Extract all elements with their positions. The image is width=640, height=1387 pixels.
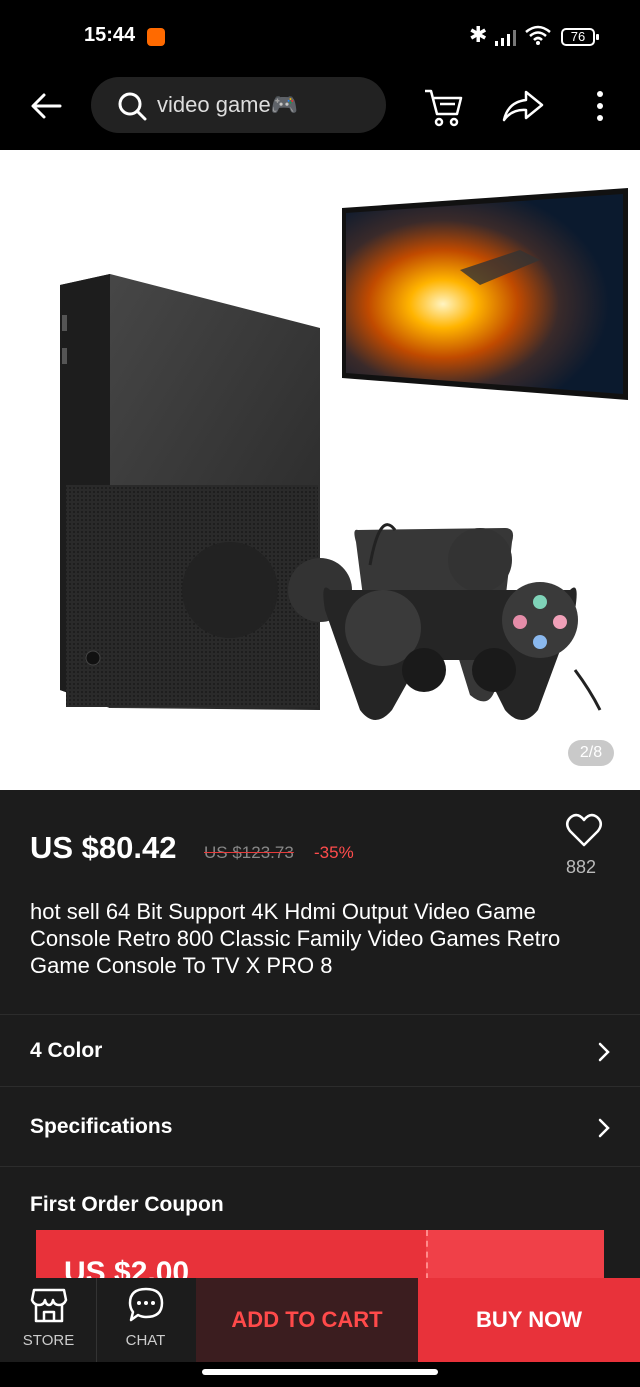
- coupon-section: First Order Coupon: [0, 1166, 640, 1230]
- product-info: US $80.42 US $123.73 -35% 882 hot sell 6…: [0, 790, 640, 1290]
- app-notification-icon: [147, 28, 165, 46]
- store-label: STORE: [22, 1332, 75, 1349]
- status-bar: 15:44 ✱ 76: [0, 0, 640, 70]
- product-title: hot sell 64 Bit Support 4K Hdmi Output V…: [30, 899, 561, 978]
- search-icon: [118, 92, 147, 121]
- signal-icon: [495, 30, 516, 46]
- coupon-section-title: First Order Coupon: [30, 1193, 224, 1216]
- heart-icon[interactable]: [565, 812, 603, 848]
- product-price: US $80.42: [30, 830, 177, 865]
- back-arrow-icon[interactable]: [24, 86, 68, 126]
- cart-icon[interactable]: [422, 86, 464, 128]
- product-image-gallery[interactable]: [0, 150, 640, 790]
- specifications-label: Specifications: [30, 1115, 173, 1138]
- share-icon[interactable]: [500, 88, 546, 124]
- add-to-cart-button[interactable]: ADD TO CART: [196, 1278, 418, 1362]
- bottom-action-bar: STORE CHAT ADD TO CART BUY NOW: [0, 1278, 640, 1362]
- chat-button[interactable]: CHAT: [97, 1278, 194, 1362]
- chevron-right-icon: [598, 1042, 610, 1062]
- discount-badge: -35%: [314, 843, 354, 862]
- home-indicator[interactable]: [202, 1369, 438, 1375]
- product-photo: [60, 188, 628, 720]
- original-price: US $123.73: [204, 843, 294, 862]
- store-button[interactable]: STORE: [0, 1278, 97, 1362]
- top-nav: video game🎮: [0, 70, 640, 150]
- battery-icon: 76: [561, 28, 599, 46]
- image-counter: 2/8: [568, 740, 614, 766]
- wifi-icon: [525, 25, 551, 45]
- buy-now-button[interactable]: BUY NOW: [418, 1278, 640, 1362]
- color-selector-label: 4 Color: [30, 1039, 103, 1062]
- store-icon: [30, 1288, 68, 1323]
- chevron-right-icon: [598, 1118, 610, 1138]
- color-selector-row[interactable]: 4 Color: [0, 1014, 640, 1086]
- chat-icon: [128, 1287, 164, 1322]
- search-input[interactable]: video game🎮: [91, 77, 386, 133]
- chat-label: CHAT: [125, 1332, 166, 1349]
- wishlist-count: 882: [566, 857, 597, 877]
- search-query: video game🎮: [157, 92, 299, 117]
- specifications-row[interactable]: Specifications: [0, 1086, 640, 1166]
- more-icon[interactable]: [592, 88, 608, 124]
- status-time: 15:44: [84, 24, 136, 46]
- bluetooth-icon: ✱: [469, 22, 488, 47]
